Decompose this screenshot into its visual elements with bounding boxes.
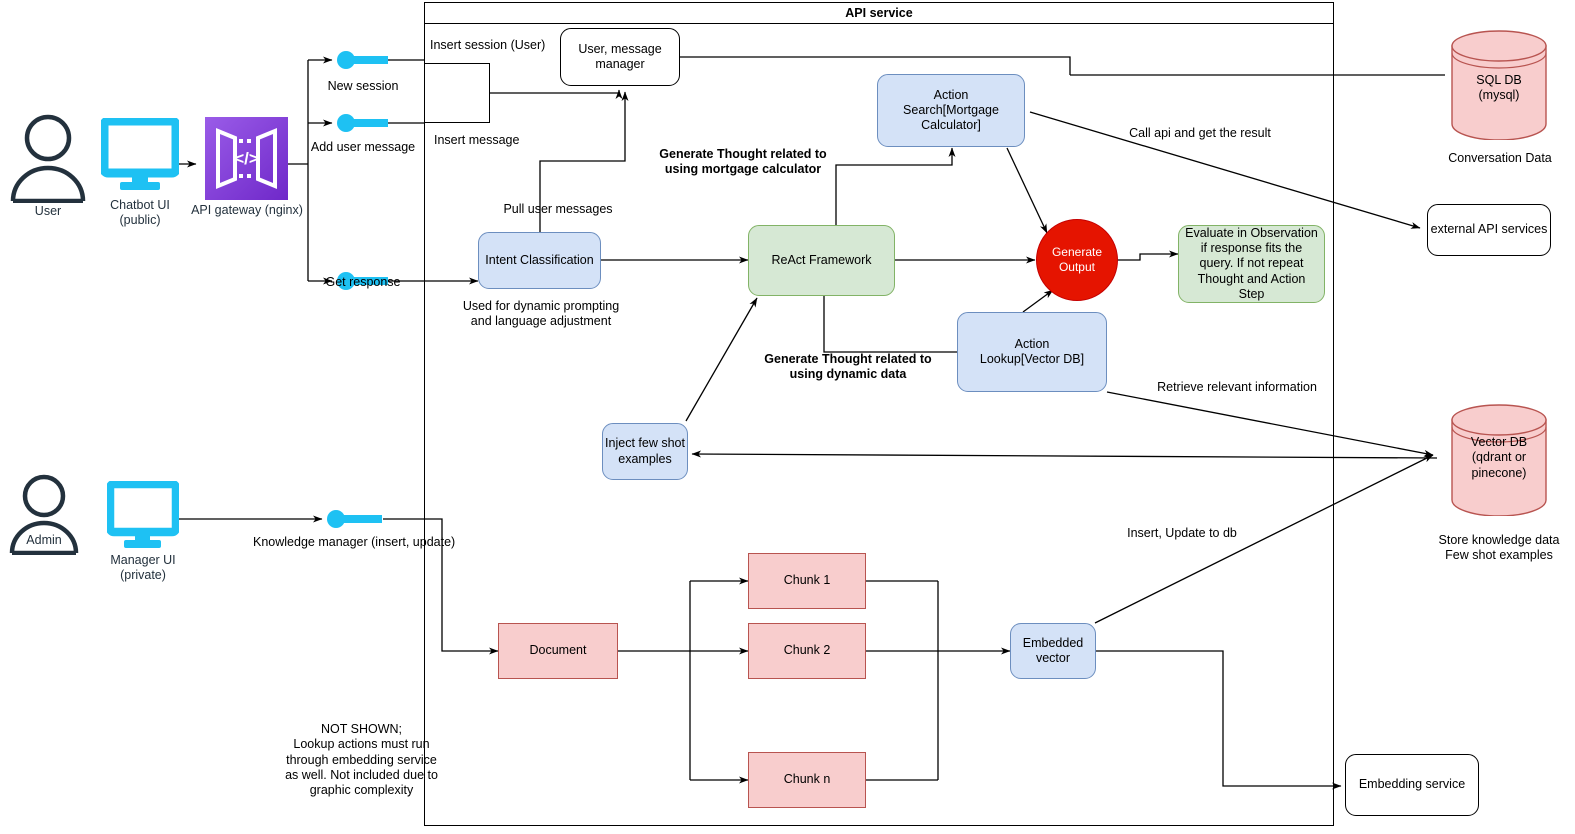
generate-thought-mortgage-label: Generate Thought related to using mortga…	[659, 147, 827, 177]
sql-db-cylinder[interactable]	[1451, 30, 1547, 141]
new-session-interface[interactable]	[336, 51, 388, 69]
chunk-2-node[interactable]: Chunk 2	[748, 623, 866, 679]
evaluate-observation-label: Evaluate in Observation if response fits…	[1185, 225, 1318, 301]
external-api-services-label: external API services	[1430, 222, 1548, 237]
action-search-mortgage-node[interactable]: Action Search[Mortgage Calculator]	[877, 74, 1025, 147]
vector-db-cylinder[interactable]	[1451, 404, 1547, 517]
manager-ui-icon	[105, 479, 181, 551]
embedded-vector-node[interactable]: Embedded vector	[1010, 623, 1096, 679]
generate-output-node[interactable]: Generate Output	[1036, 219, 1118, 301]
add-user-message-label: Add user message	[310, 140, 416, 154]
pull-user-messages-label: Pull user messages	[503, 202, 613, 216]
chatbot-ui-label: Chatbot UI (public)	[110, 198, 170, 228]
embedded-vector-label: Embedded vector	[1022, 635, 1084, 665]
svg-text:</>: </>	[234, 149, 259, 168]
sql-db-caption: Conversation Data	[1448, 151, 1552, 165]
chunk-1-node[interactable]: Chunk 1	[748, 553, 866, 609]
inject-few-shot-examples-node[interactable]: Inject few shot examples	[602, 423, 688, 480]
evaluate-observation-node[interactable]: Evaluate in Observation if response fits…	[1178, 225, 1325, 303]
embedding-service-label: Embedding service	[1358, 777, 1466, 792]
admin-actor-label: Admin	[26, 533, 62, 547]
not-shown-note: NOT SHOWN; Lookup actions must run throu…	[285, 722, 438, 797]
document-label: Document	[529, 643, 587, 658]
insert-message-label: Insert message	[434, 133, 520, 147]
insert-session-user-label: Insert session (User)	[430, 38, 546, 52]
user-actor-label: User	[34, 204, 62, 218]
external-api-services-node[interactable]: external API services	[1427, 204, 1551, 256]
api-gateway-label: API gateway (nginx)	[191, 203, 303, 217]
action-lookup-vector-db-node[interactable]: Action Lookup[Vector DB]	[957, 312, 1107, 392]
react-framework-label: ReAct Framework	[771, 252, 872, 267]
knowledge-manager-interface[interactable]	[326, 510, 382, 528]
user-actor-icon	[8, 113, 88, 204]
manager-ui-label: Manager UI (private)	[110, 553, 176, 583]
intent-classification-label: Intent Classification	[485, 252, 594, 267]
retrieve-relevant-information-label: Retrieve relevant information	[1157, 380, 1317, 394]
action-search-mortgage-label: Action Search[Mortgage Calculator]	[903, 87, 999, 133]
chunk-1-label: Chunk 1	[783, 573, 831, 588]
user-message-manager-node[interactable]: User, message manager	[560, 28, 680, 86]
chatbot-ui-icon	[99, 116, 181, 194]
document-node[interactable]: Document	[498, 623, 618, 679]
call-api-result-label: Call api and get the result	[1129, 126, 1271, 140]
get-response-label: Get response	[325, 275, 401, 289]
chunk-2-label: Chunk 2	[783, 643, 831, 658]
intent-classification-note: Used for dynamic prompting and language …	[462, 299, 620, 329]
inject-few-shot-examples-label: Inject few shot examples	[605, 436, 685, 466]
generate-output-label: Generate Output	[1051, 245, 1103, 274]
vector-db-caption: Store knowledge data Few shot examples	[1438, 533, 1560, 563]
embedding-service-node[interactable]: Embedding service	[1345, 754, 1479, 816]
intent-classification-node[interactable]: Intent Classification	[478, 232, 601, 289]
chunk-n-node[interactable]: Chunk n	[748, 752, 866, 808]
insert-update-to-db-label: Insert, Update to db	[1127, 526, 1237, 540]
react-framework-node[interactable]: ReAct Framework	[748, 225, 895, 296]
new-session-label: New session	[327, 79, 399, 93]
diagram-canvas: API service User Chatbot UI (public) </>…	[0, 0, 1575, 834]
generate-thought-dynamic-label: Generate Thought related to using dynami…	[764, 352, 932, 382]
add-user-message-interface[interactable]	[336, 114, 388, 132]
chunk-n-label: Chunk n	[783, 772, 831, 787]
session-message-routing-path	[424, 63, 490, 123]
api-gateway-icon: </>	[205, 117, 288, 200]
action-lookup-vector-db-label: Action Lookup[Vector DB]	[979, 336, 1085, 366]
knowledge-manager-label: Knowledge manager (insert, update)	[253, 535, 456, 549]
api-service-title: API service	[424, 2, 1334, 24]
